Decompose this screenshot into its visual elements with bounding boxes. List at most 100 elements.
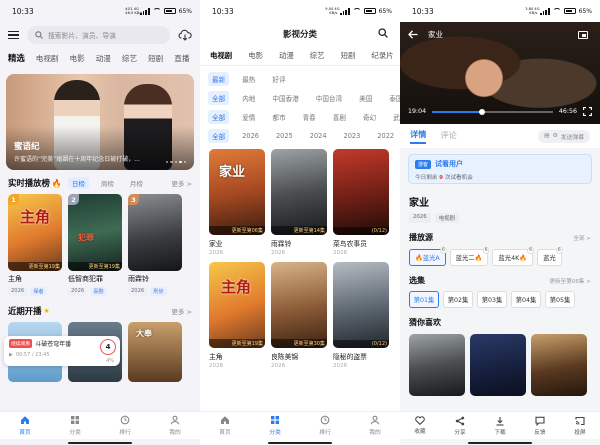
list-item[interactable]: 更新至第30集 良陈美锦 2026: [271, 262, 327, 369]
fullscreen-icon[interactable]: [583, 107, 592, 116]
source-option[interactable]: 蓝光 6: [537, 247, 563, 266]
filter-option[interactable]: 2023: [340, 130, 365, 142]
filter-option[interactable]: 爱情: [238, 110, 259, 124]
nav-label: 我的: [169, 430, 181, 436]
danmaku-input[interactable]: 发送弹幕: [561, 132, 584, 141]
more-link[interactable]: 更多 >: [171, 306, 192, 316]
filter-option[interactable]: 奇幻: [359, 110, 380, 124]
episode-button[interactable]: 第02集: [443, 291, 473, 308]
filter-option[interactable]: 好评: [268, 72, 289, 86]
recommend-poster[interactable]: [409, 334, 465, 396]
chip-monthly[interactable]: 月榜: [126, 177, 147, 189]
filter-option[interactable]: 2024: [306, 130, 331, 142]
filter-option[interactable]: 全部: [208, 109, 230, 124]
filter-option[interactable]: 都市: [268, 110, 289, 124]
seek-handle[interactable]: [478, 108, 485, 115]
danmaku-toggle-icon[interactable]: ▤: [544, 133, 549, 139]
tab-documentary[interactable]: 纪录片: [371, 50, 393, 61]
source-option[interactable]: 蓝光二🔥 6: [449, 247, 490, 266]
nav-category[interactable]: 分类: [50, 412, 100, 439]
more-link[interactable]: 更多 >: [171, 178, 192, 188]
tab-variety[interactable]: 综艺: [310, 50, 325, 61]
tab-variety[interactable]: 综艺: [122, 53, 137, 64]
source-count: 6: [527, 247, 535, 254]
source-option[interactable]: 蓝光4K🔥 6: [492, 247, 535, 266]
search-bar[interactable]: 搜索影片、演员、导演: [27, 26, 170, 44]
cloud-download-icon[interactable]: [178, 29, 192, 41]
episode-button[interactable]: 第03集: [477, 291, 507, 308]
filter-option[interactable]: 2025: [272, 130, 297, 142]
nav-home[interactable]: 首页: [0, 412, 50, 439]
tab-movie[interactable]: 电影: [248, 50, 263, 61]
menu-icon[interactable]: [8, 31, 19, 39]
list-item[interactable]: 大奉: [128, 322, 182, 382]
continue-watching-card[interactable]: 继续观看 斗破苍穹年番 ▶ 00:57 / 23:45 4 4%: [4, 336, 120, 366]
tab-featured[interactable]: 精选: [8, 52, 25, 64]
filter-option[interactable]: 2026: [238, 130, 263, 142]
episode-button[interactable]: 第05集: [545, 291, 575, 308]
nav-profile[interactable]: 我的: [150, 412, 200, 439]
seek-bar[interactable]: [432, 108, 553, 115]
tab-live[interactable]: 直播: [174, 53, 189, 64]
cast-button[interactable]: 投屏: [560, 412, 600, 439]
download-button[interactable]: 下载: [480, 412, 520, 439]
episode-button[interactable]: 第01集: [409, 291, 439, 308]
danmaku-settings-icon[interactable]: ⚙: [553, 133, 558, 139]
episode-button[interactable]: 第04集: [511, 291, 541, 308]
filter-option[interactable]: 最热: [238, 72, 259, 86]
chip-daily[interactable]: 日榜: [67, 177, 89, 189]
feedback-button[interactable]: 反馈: [520, 412, 560, 439]
hero-banner[interactable]: 蜜语纪 许蜜语的“完美”婚姻在十周年纪念日被打破，...: [6, 74, 194, 170]
source-all-link[interactable]: 全部 >: [573, 234, 591, 242]
filter-option[interactable]: 内地: [238, 91, 259, 105]
tab-tv[interactable]: 电视剧: [36, 53, 59, 64]
recommend-poster[interactable]: [470, 334, 526, 396]
nav-home[interactable]: 首页: [200, 412, 250, 439]
filter-option[interactable]: 中国香港: [268, 91, 302, 105]
share-button[interactable]: 分享: [440, 412, 480, 439]
tab-comments[interactable]: 评论: [440, 129, 456, 143]
nav-ranking[interactable]: 排行: [100, 412, 150, 439]
list-item[interactable]: 犯罪 2 更新至第19集 低智商犯罪 2026 喜剧: [68, 194, 122, 296]
action-bar: 收藏 分享 下载 反馈 投屏: [400, 411, 600, 439]
list-item[interactable]: (0/12) 菜鸟农事员 2026: [333, 149, 389, 256]
list-item[interactable]: 家业 更新至第06集 家业 2026: [209, 149, 265, 256]
chip-weekly[interactable]: 周榜: [97, 177, 118, 189]
video-player[interactable]: 家业 19:04 46:56: [400, 22, 600, 124]
filter-option[interactable]: 中国台湾: [312, 91, 346, 105]
filter-option[interactable]: 美国: [355, 91, 376, 105]
favorite-button[interactable]: 收藏: [400, 412, 440, 439]
nav-ranking[interactable]: 排行: [300, 412, 350, 439]
list-item[interactable]: 主角 1 更新至第19集 主角 2026 保者: [8, 194, 62, 296]
update-label: (0/12): [333, 227, 389, 235]
back-arrow-icon[interactable]: [408, 30, 418, 39]
filter-option[interactable]: 喜剧: [329, 110, 350, 124]
tab-anime[interactable]: 动漫: [279, 50, 294, 61]
pip-icon[interactable]: [578, 31, 588, 39]
tab-short[interactable]: 短剧: [341, 50, 356, 61]
tab-anime[interactable]: 动漫: [96, 53, 111, 64]
nav-category[interactable]: 分类: [250, 412, 300, 439]
filter-option[interactable]: 泰国: [385, 91, 400, 105]
filter-option[interactable]: 最新: [208, 71, 230, 86]
tab-details[interactable]: 详情: [410, 128, 427, 144]
filter-option[interactable]: 全部: [208, 90, 230, 105]
filter-option[interactable]: 2022: [373, 130, 398, 142]
list-item[interactable]: 更新至第14集 雨霖铃 2026: [271, 149, 327, 256]
source-option[interactable]: 🔥蓝光A 6: [409, 247, 447, 266]
tab-movie[interactable]: 电影: [70, 53, 85, 64]
nav-profile[interactable]: 我的: [350, 412, 400, 439]
search-icon[interactable]: [378, 28, 388, 38]
list-item[interactable]: 主角 更新至第19集 主角 2026: [209, 262, 265, 369]
tab-tv[interactable]: 电视剧: [210, 50, 232, 61]
list-item[interactable]: 3 雨霖铃 2026 刑侦: [128, 194, 182, 296]
list-item[interactable]: (0/12) 隐秘的盗票 2026: [333, 262, 389, 369]
filter-option[interactable]: 武侠: [389, 110, 400, 124]
episode-all-link[interactable]: 更新至第06集 >: [549, 277, 591, 285]
danmaku-bar[interactable]: ▤ ⚙ 发送弹幕: [538, 129, 590, 143]
filter-option[interactable]: 青春: [299, 110, 320, 124]
action-label: 投屏: [574, 429, 586, 436]
tab-short[interactable]: 短剧: [148, 53, 163, 64]
recommend-poster[interactable]: [531, 334, 587, 396]
filter-option[interactable]: 全部: [208, 128, 230, 143]
